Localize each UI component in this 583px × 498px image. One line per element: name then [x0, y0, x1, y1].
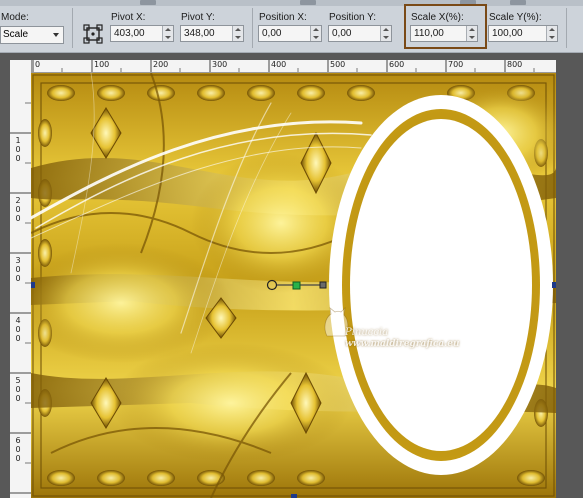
mode-select[interactable]: Scale — [0, 26, 64, 44]
ruler-label: 400 — [271, 60, 287, 69]
position-y-value: 0,00 — [332, 28, 352, 39]
scale-y-label: Scale Y(%): — [489, 12, 542, 23]
chevron-down-icon — [53, 33, 59, 37]
ruler-label: 100 — [15, 136, 21, 163]
separator — [252, 8, 253, 48]
ruler-label: 700 — [448, 60, 464, 69]
mode-select-value: Scale — [3, 29, 29, 40]
position-x-label: Position X: — [259, 12, 307, 23]
strip-button[interactable] — [510, 0, 526, 5]
scale-y-value: 100,00 — [492, 28, 523, 39]
position-x-spinner[interactable] — [310, 26, 321, 41]
scale-x-spinner[interactable] — [466, 26, 477, 41]
position-y-label: Position Y: — [329, 12, 377, 23]
image-canvas[interactable]: Pinuccia www.maldiregrafica.eu — [31, 73, 556, 498]
edge-handle-right[interactable] — [552, 282, 556, 288]
vertical-ruler[interactable]: 100 200 300 400 500 600 — [10, 60, 32, 498]
strip-button[interactable] — [300, 0, 316, 5]
pivot-y-field[interactable]: 348,00 — [180, 25, 244, 42]
pivot-y-spinner[interactable] — [232, 26, 243, 41]
pivot-y-label: Pivot Y: — [181, 12, 215, 23]
pivot-x-field[interactable]: 403,00 — [110, 25, 174, 42]
ruler-label: 300 — [212, 60, 228, 69]
scale-y-field[interactable]: 100,00 — [488, 25, 558, 42]
ruler-label: 200 — [153, 60, 169, 69]
position-x-value: 0,00 — [262, 28, 282, 39]
ruler-label: 800 — [507, 60, 523, 69]
position-x-field[interactable]: 0,00 — [258, 25, 322, 42]
watermark-name: Pinuccia — [345, 327, 389, 338]
separator — [72, 8, 73, 48]
edge-handle-left[interactable] — [31, 282, 35, 288]
scale-x-field[interactable]: 110,00 — [410, 25, 478, 42]
ruler-label: 600 — [15, 436, 21, 463]
strip-button[interactable] — [140, 0, 156, 5]
horizontal-ruler-ticks — [32, 60, 535, 72]
pivot-x-value: 403,00 — [114, 28, 145, 39]
pivot-x-label: Pivot X: — [111, 12, 146, 23]
mode-label: Mode: — [1, 12, 29, 23]
position-y-field[interactable]: 0,00 — [328, 25, 392, 42]
watermark-url: www.maldiregrafica.eu — [345, 339, 460, 349]
position-y-spinner[interactable] — [380, 26, 391, 41]
scale-y-spinner[interactable] — [546, 26, 557, 41]
ruler-label: 500 — [15, 376, 21, 403]
pivot-y-value: 348,00 — [184, 28, 215, 39]
gold-kaleidoscope-image — [31, 73, 556, 498]
scale-x-label: Scale X(%): — [411, 12, 464, 23]
ruler-label: 600 — [389, 60, 405, 69]
oval-frame-inner — [350, 119, 532, 451]
ruler-label: 200 — [15, 196, 21, 223]
ruler-label: 500 — [330, 60, 346, 69]
separator — [566, 8, 567, 48]
top-button-strip — [0, 0, 583, 6]
ruler-label: 0 — [35, 60, 41, 69]
ruler-label: 100 — [94, 60, 110, 69]
scale-x-value: 110,00 — [414, 28, 444, 39]
pivot-target-icon[interactable] — [83, 24, 103, 44]
ruler-label: 300 — [15, 256, 21, 283]
horizontal-ruler[interactable]: 0 100 200 300 400 500 600 700 800 — [31, 60, 556, 73]
tool-options-bar: Mode: Scale Pivot X: 403,00 Pivot Y: 348… — [0, 0, 583, 53]
pivot-x-spinner[interactable] — [162, 26, 173, 41]
edge-handle-bottom[interactable] — [291, 494, 297, 498]
ruler-label: 400 — [15, 316, 21, 343]
